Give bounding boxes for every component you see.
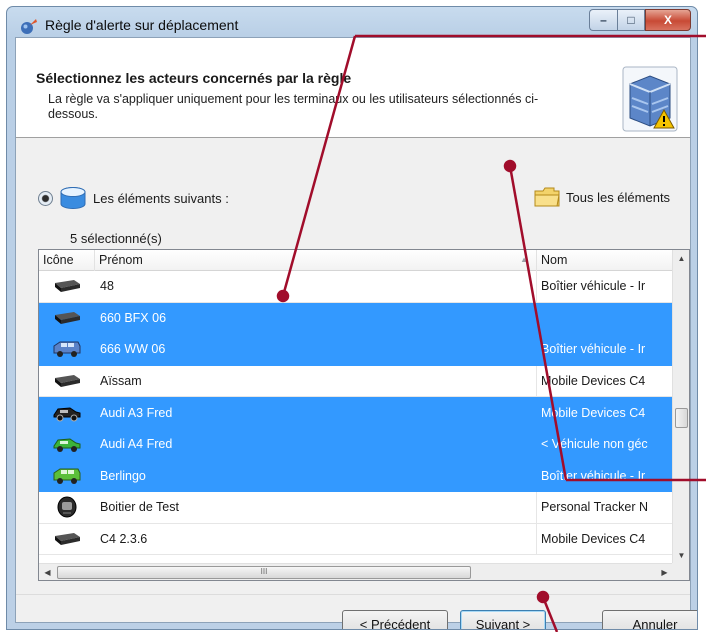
tracker-box-icon xyxy=(39,524,95,555)
minimize-icon: – xyxy=(600,13,607,27)
green-car-icon xyxy=(39,429,95,460)
cell-nom xyxy=(537,303,673,334)
green-van-icon xyxy=(39,461,95,492)
close-icon: X xyxy=(663,13,672,27)
table-row[interactable]: Berlingo Boîtier véhicule - Ir xyxy=(39,460,673,493)
scroll-corner xyxy=(672,563,689,580)
column-header-nom-label: Nom xyxy=(541,253,568,267)
table-row[interactable]: 660 BFX 06 xyxy=(39,302,673,335)
next-button[interactable]: Suivant > xyxy=(460,610,546,629)
folder-icon xyxy=(534,187,560,207)
window-title: Règle d'alerte sur déplacement xyxy=(45,17,239,33)
table-row[interactable]: Aïssam Mobile Devices C4 xyxy=(39,365,673,398)
grid-header: Icône Prénom ▲ Nom xyxy=(39,250,673,271)
cell-prenom: Audi A3 Fred xyxy=(95,397,537,428)
server-warning-icon xyxy=(622,66,678,132)
column-header-icon-label: Icône xyxy=(43,253,74,267)
dialog-window: Règle d'alerte sur déplacement – □ X Sél… xyxy=(6,6,698,630)
horizontal-scrollbar[interactable]: ◀ III ▶ xyxy=(39,563,673,580)
scroll-up-icon[interactable]: ▲ xyxy=(673,250,689,267)
personal-tracker-icon xyxy=(39,492,95,523)
database-icon xyxy=(60,187,86,209)
scroll-left-icon[interactable]: ◀ xyxy=(39,564,56,580)
page-description: La règle va s'appliquer uniquement pour … xyxy=(48,92,539,121)
table-row[interactable]: Audi A3 Fred Mobile Devices C4 xyxy=(39,397,673,429)
option-following-elements[interactable]: Les éléments suivants : xyxy=(38,186,229,210)
tracker-box-icon xyxy=(39,366,95,397)
minimize-button[interactable]: – xyxy=(589,9,617,31)
elements-grid[interactable]: Icône Prénom ▲ Nom 48 Boîtier véhicule - I… xyxy=(38,249,690,581)
cell-nom: Boîtier véhicule - Ir xyxy=(541,279,646,294)
scroll-right-icon[interactable]: ▶ xyxy=(656,564,673,580)
close-button[interactable]: X xyxy=(645,9,691,31)
grid-body: 48 Boîtier véhicule - Ir 660 BFX 06 666 WW … xyxy=(39,271,673,556)
cell-nom: < Véhicule non géc xyxy=(541,437,648,452)
tracker-box-icon xyxy=(39,303,95,334)
car-icon xyxy=(39,397,95,428)
column-header-nom[interactable]: Nom xyxy=(537,250,673,271)
cancel-button[interactable]: Annuler xyxy=(602,610,697,629)
column-header-icon[interactable]: Icône xyxy=(39,250,95,271)
cell-nom: Mobile Devices C4 xyxy=(541,405,646,420)
cell-prenom: Berlingo xyxy=(95,460,537,492)
table-row[interactable]: 48 Boîtier véhicule - Ir xyxy=(39,271,673,303)
cell-prenom: 48 xyxy=(95,271,537,302)
cell-prenom: Boitier de Test xyxy=(95,492,537,523)
table-row[interactable]: C4 2.3.6 Mobile Devices C4 xyxy=(39,523,673,556)
cell-nom: Boîtier véhicule - Ir xyxy=(541,468,646,483)
previous-button[interactable]: < Précédent xyxy=(342,610,448,629)
column-header-prenom-label: Prénom xyxy=(99,253,143,267)
option-all-label: Tous les éléments xyxy=(566,189,671,205)
dialog-body: Sélectionnez les acteurs concernés par l… xyxy=(15,37,697,629)
app-icon xyxy=(21,19,37,34)
wizard-header: Sélectionnez les acteurs concernés par l… xyxy=(16,38,690,138)
selected-count: 5 sélectionné(s) xyxy=(70,231,162,246)
maximize-icon: □ xyxy=(627,13,635,27)
van-icon xyxy=(39,334,95,365)
scroll-down-icon[interactable]: ▼ xyxy=(673,547,689,564)
option-following-label: Les éléments suivants : xyxy=(93,190,229,206)
cell-nom: Mobile Devices C4 xyxy=(541,532,646,547)
cell-prenom: Aïssam xyxy=(95,365,537,397)
column-header-prenom[interactable]: Prénom ▲ xyxy=(95,250,537,271)
sort-ascending-icon: ▲ xyxy=(520,255,528,264)
page-title: Sélectionnez les acteurs concernés par l… xyxy=(36,70,352,86)
table-row[interactable]: Audi A4 Fred < Véhicule non géc xyxy=(39,428,673,461)
tracker-box-icon xyxy=(39,271,95,302)
horizontal-scroll-thumb[interactable]: III xyxy=(57,566,471,579)
option-all-elements[interactable]: Tous les éléments xyxy=(534,186,670,208)
footer-divider xyxy=(16,594,690,595)
cell-prenom: 660 BFX 06 xyxy=(95,302,537,334)
vertical-scroll-thumb[interactable] xyxy=(675,408,688,428)
cell-nom: Mobile Devices C4 xyxy=(541,374,646,389)
cell-prenom: 666 WW 06 xyxy=(95,334,537,365)
table-row[interactable]: Boitier de Test Personal Tracker N xyxy=(39,492,673,524)
cell-prenom: Audi A4 Fred xyxy=(95,428,537,460)
vertical-scrollbar[interactable]: ▲ ▼ xyxy=(672,250,689,564)
maximize-button[interactable]: □ xyxy=(617,9,645,31)
title-bar[interactable]: Règle d'alerte sur déplacement – □ X xyxy=(7,7,697,41)
radio-following-elements[interactable] xyxy=(38,190,53,206)
cell-prenom: C4 2.3.6 xyxy=(95,523,537,555)
table-row[interactable]: 666 WW 06 Boîtier véhicule - Ir xyxy=(39,334,673,366)
cell-nom: Personal Tracker N xyxy=(541,500,648,515)
cell-nom: Boîtier véhicule - Ir xyxy=(541,342,646,357)
